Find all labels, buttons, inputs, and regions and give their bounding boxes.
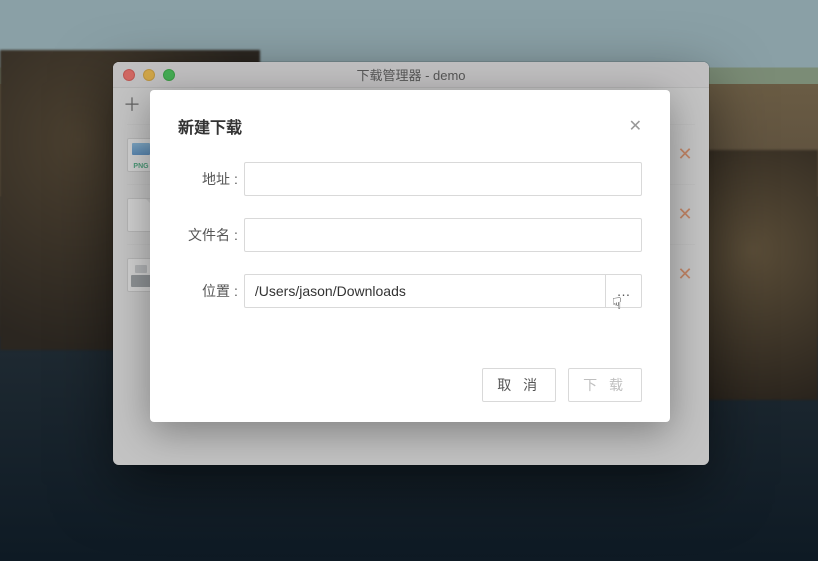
- dialog-close-button[interactable]: ✕: [629, 116, 642, 136]
- location-input[interactable]: [244, 274, 606, 308]
- form-row-url: 地址:: [178, 162, 642, 196]
- dialog-title: 新建下载: [178, 114, 242, 138]
- filename-label: 文件名: [178, 225, 234, 245]
- browse-location-button[interactable]: …: [606, 274, 642, 308]
- ellipsis-icon: …: [617, 283, 631, 299]
- dialog-actions: 取 消 下 载: [178, 368, 642, 402]
- download-button[interactable]: 下 载: [568, 368, 642, 402]
- location-label: 位置: [178, 281, 234, 301]
- url-input[interactable]: [244, 162, 642, 196]
- filename-input[interactable]: [244, 218, 642, 252]
- new-download-dialog: 新建下载 ✕ 地址: 文件名: 位置: … 取 消 下 载: [150, 90, 670, 422]
- form-row-location: 位置: …: [178, 274, 642, 308]
- form-row-filename: 文件名:: [178, 218, 642, 252]
- cancel-button[interactable]: 取 消: [482, 368, 556, 402]
- close-icon: ✕: [629, 118, 642, 135]
- url-label: 地址: [178, 169, 234, 189]
